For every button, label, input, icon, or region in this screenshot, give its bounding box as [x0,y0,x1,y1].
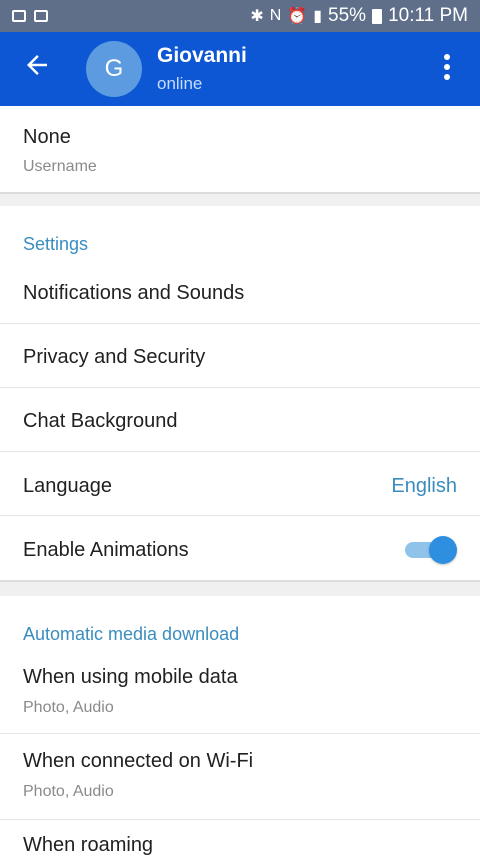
mobile-data-row[interactable]: When using mobile data Photo, Audio [0,650,480,734]
animations-toggle[interactable] [405,534,457,564]
wifi-sub: Photo, Audio [23,783,114,800]
battery-percent: 55% [328,5,367,26]
account-section: None Username [0,106,480,192]
status-bar: ✱ N ⏰ ▮ 55% 10:11 PM [0,0,480,32]
username-label: Username [23,158,97,175]
language-label: Language [23,475,112,497]
settings-section: Settings Notifications and Sounds Privac… [0,206,480,580]
bluetooth-icon: ✱ [250,8,264,25]
privacy-row[interactable]: Privacy and Security [0,324,480,388]
language-value: English [391,475,457,497]
contact-name: Giovanni [157,44,247,67]
clock: 10:11 PM [388,5,468,26]
username-value: None [23,126,71,148]
overflow-menu-icon[interactable] [438,54,456,84]
app-bar: G Giovanni online [0,32,480,106]
media-header: Automatic media download [23,624,240,644]
screen-icon [12,10,26,22]
back-arrow-icon[interactable] [22,50,52,80]
chat-background-label: Chat Background [23,410,178,432]
notifications-row[interactable]: Notifications and Sounds [0,260,480,324]
signal-icon: ▮ [313,8,323,25]
animations-label: Enable Animations [23,539,189,561]
section-divider-2 [0,582,480,596]
alarm-icon: ⏰ [287,8,308,25]
privacy-label: Privacy and Security [23,346,206,368]
avatar-letter: G [104,55,124,82]
media-section: Automatic media download When using mobi… [0,596,480,856]
status-right: ✱ N ⏰ ▮ 55% 10:11 PM [250,5,468,27]
battery-icon [372,8,383,24]
language-row[interactable]: Language English [0,452,480,516]
mobile-data-label: When using mobile data [23,666,238,688]
contact-status: online [157,74,203,93]
wifi-label: When connected on Wi-Fi [23,750,254,772]
chat-background-row[interactable]: Chat Background [0,388,480,452]
image-icon [34,10,48,22]
notifications-label: Notifications and Sounds [23,282,245,304]
settings-header: Settings [23,234,89,254]
status-left-icons [12,10,48,22]
avatar[interactable]: G [86,41,142,97]
section-divider [0,194,480,206]
mobile-data-sub: Photo, Audio [23,699,114,716]
roaming-row[interactable]: When roaming [0,820,480,860]
nfc-icon: N [269,7,282,24]
animations-row[interactable]: Enable Animations [0,516,480,580]
username-row[interactable]: None Username [0,106,480,192]
wifi-row[interactable]: When connected on Wi-Fi Photo, Audio [0,734,480,820]
